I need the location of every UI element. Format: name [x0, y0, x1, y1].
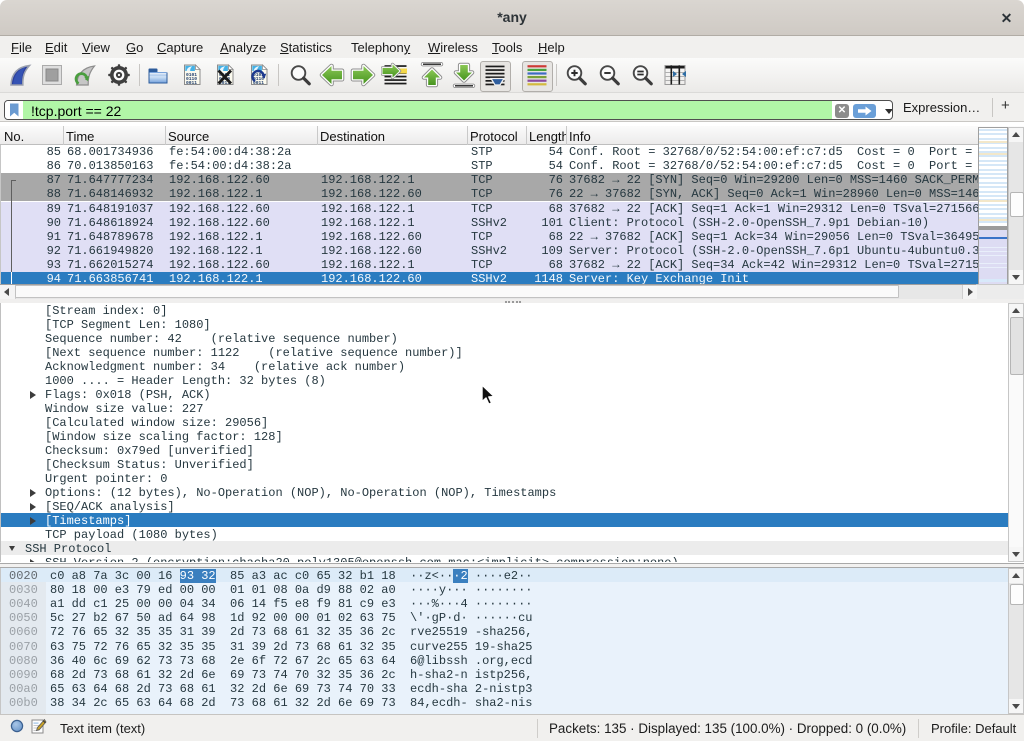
svg-text:0011: 0011 — [186, 80, 197, 86]
